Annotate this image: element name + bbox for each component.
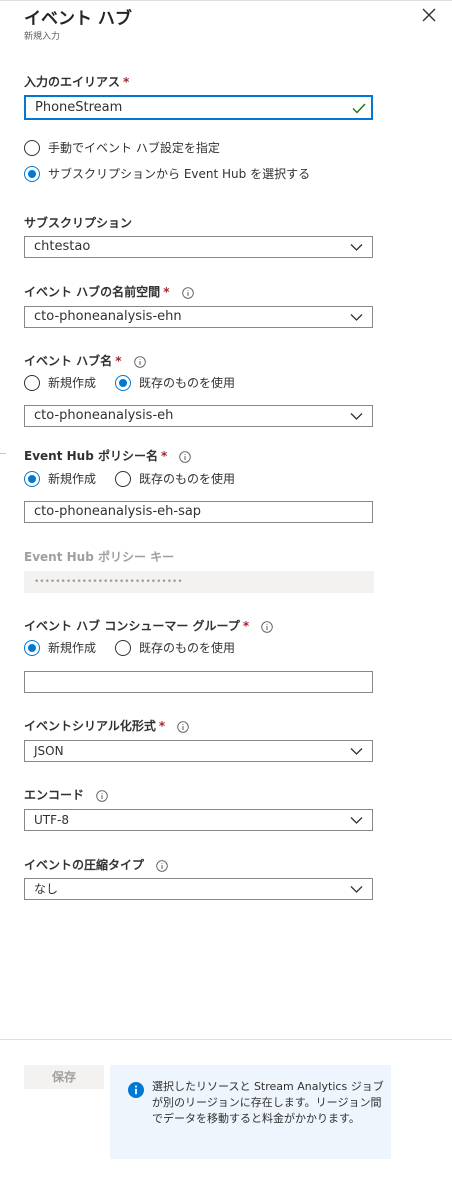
consumer-radio-new[interactable]: 新規作成	[24, 639, 96, 656]
compression-dropdown[interactable]: なし	[24, 878, 373, 900]
info-icon[interactable]	[133, 355, 146, 368]
policy-key-label: Event Hub ポリシー キー	[24, 550, 175, 564]
chevron-down-icon	[350, 413, 363, 420]
policy-radio-new-button[interactable]	[24, 470, 40, 487]
encoding-label: エンコード	[24, 786, 108, 803]
serialization-value: JSON	[34, 744, 64, 758]
consumer-group-label: イベント ハブ コンシューマー グループ *	[24, 617, 274, 634]
info-icon[interactable]	[96, 789, 108, 802]
encoding-value: UTF-8	[34, 813, 69, 827]
close-icon	[422, 8, 436, 22]
serialization-dropdown[interactable]: JSON	[24, 740, 373, 762]
info-icon[interactable]	[156, 859, 168, 872]
hub-name-dropdown[interactable]: cto-phoneanalysis-eh	[24, 405, 373, 427]
hub-name-radio-new[interactable]: 新規作成	[24, 374, 96, 391]
top-divider	[0, 0, 452, 1]
policy-name-label: Event Hub ポリシー名 *	[24, 447, 192, 464]
consumer-radio-existing-button[interactable]	[115, 639, 131, 656]
radio-manual[interactable]: 手動でイベント ハブ設定を指定	[24, 139, 220, 156]
save-button[interactable]: 保存	[24, 1065, 104, 1089]
compression-value: なし	[34, 882, 59, 896]
radio-from-subscription[interactable]: サブスクリプションから Event Hub を選択する	[24, 165, 310, 182]
left-edge-marker	[0, 453, 6, 454]
policy-radio-existing-button[interactable]	[115, 470, 131, 487]
panel-title: イベント ハブ	[24, 9, 132, 29]
policy-key-field: ••••••••••••••••••••••••••••	[24, 571, 374, 593]
policy-name-input[interactable]: cto-phoneanalysis-eh-sap	[24, 501, 373, 523]
info-icon[interactable]	[181, 286, 194, 299]
policy-radio-new[interactable]: 新規作成	[24, 470, 96, 487]
hub-name-radio-existing-button[interactable]	[115, 374, 131, 391]
radio-from-subscription-button[interactable]	[24, 165, 40, 182]
panel-subtitle: 新規入力	[24, 32, 61, 42]
subscription-label: サブスクリプション	[24, 216, 133, 230]
consumer-group-input[interactable]	[24, 671, 373, 693]
hub-name-radio-existing[interactable]: 既存のものを使用	[115, 374, 235, 391]
encoding-dropdown[interactable]: UTF-8	[24, 809, 373, 831]
policy-radio-existing-label: 既存のものを使用	[139, 472, 236, 486]
hub-name-radio-new-label: 新規作成	[48, 376, 97, 390]
hub-name-label: イベント ハブ名 *	[24, 352, 146, 369]
region-warning-text: 選択したリソースと Stream Analytics ジョブが別のリージョンに存…	[152, 1080, 384, 1125]
footer-divider	[0, 1039, 452, 1040]
alias-label: 入力のエイリアス *	[24, 75, 130, 89]
namespace-dropdown[interactable]: cto-phoneanalysis-ehn	[24, 306, 373, 328]
namespace-label: イベント ハブの名前空間 *	[24, 283, 194, 300]
consumer-radio-new-button[interactable]	[24, 639, 40, 656]
hub-name-radio-existing-label: 既存のものを使用	[139, 376, 236, 390]
radio-manual-button[interactable]	[24, 139, 40, 156]
checkmark-icon	[352, 103, 366, 114]
policy-radio-new-label: 新規作成	[48, 472, 97, 486]
hub-name-radio-new-button[interactable]	[24, 374, 40, 391]
close-button[interactable]	[418, 4, 440, 26]
namespace-value: cto-phoneanalysis-ehn	[34, 309, 182, 324]
chevron-down-icon	[350, 817, 363, 824]
region-warning-message: 選択したリソースと Stream Analytics ジョブが別のリージョンに存…	[110, 1065, 391, 1159]
alias-input[interactable]: PhoneStream	[24, 95, 373, 120]
subscription-value: chtestao	[34, 239, 91, 254]
chevron-down-icon	[350, 748, 363, 755]
radio-from-subscription-label: サブスクリプションから Event Hub を選択する	[48, 167, 311, 181]
policy-name-value: cto-phoneanalysis-eh-sap	[34, 504, 202, 519]
serialization-label: イベントシリアル化形式 *	[24, 717, 190, 734]
consumer-radio-existing[interactable]: 既存のものを使用	[115, 639, 235, 656]
chevron-down-icon	[350, 314, 363, 321]
compression-label: イベントの圧縮タイプ	[24, 856, 168, 873]
radio-manual-label: 手動でイベント ハブ設定を指定	[48, 141, 220, 155]
info-icon[interactable]	[179, 450, 192, 463]
hub-name-value: cto-phoneanalysis-eh	[34, 408, 174, 423]
consumer-radio-new-label: 新規作成	[48, 641, 97, 655]
chevron-down-icon	[350, 886, 363, 893]
info-icon	[128, 1082, 144, 1098]
chevron-down-icon	[350, 244, 363, 251]
policy-radio-existing[interactable]: 既存のものを使用	[115, 470, 235, 487]
info-icon[interactable]	[177, 720, 190, 733]
info-icon[interactable]	[261, 620, 274, 633]
alias-value: PhoneStream	[35, 100, 123, 115]
consumer-radio-existing-label: 既存のものを使用	[139, 641, 236, 655]
subscription-dropdown[interactable]: chtestao	[24, 236, 373, 258]
